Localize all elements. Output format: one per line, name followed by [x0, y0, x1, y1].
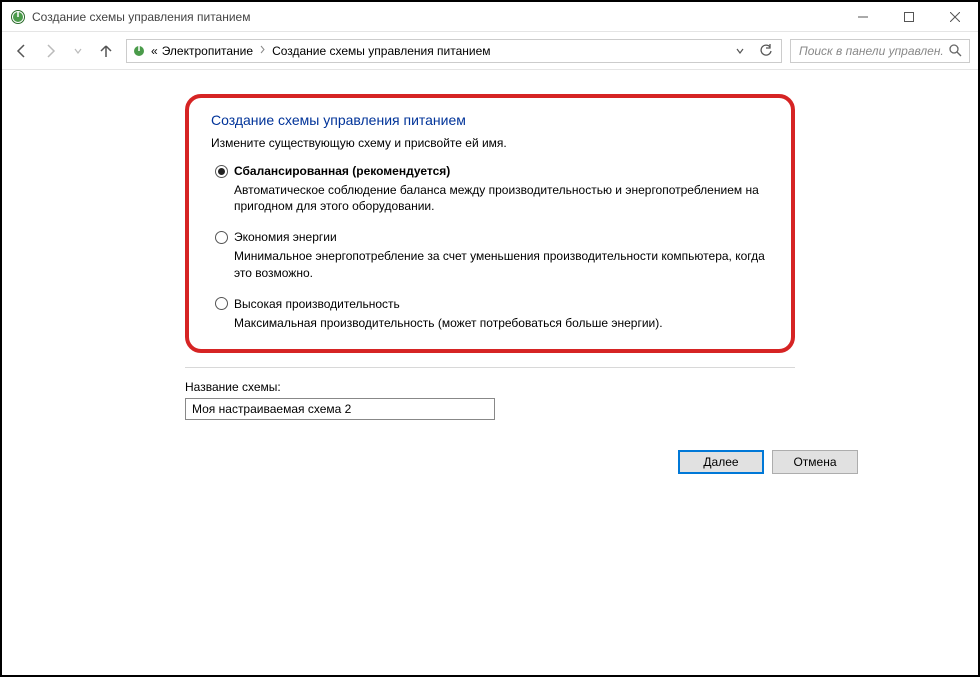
plan-saver-desc: Минимальное энергопотребление за счет ум…: [215, 248, 769, 280]
up-button[interactable]: [94, 39, 118, 63]
nav-toolbar: « Электропитание Создание схемы управлен…: [2, 32, 978, 70]
button-row: Далее Отмена: [2, 450, 858, 474]
close-button[interactable]: [932, 2, 978, 31]
page-title: Создание схемы управления питанием: [211, 112, 769, 128]
breadcrumb-item-power[interactable]: Электропитание: [162, 44, 253, 58]
recent-dropdown[interactable]: [66, 39, 90, 63]
plan-saver-label[interactable]: Экономия энергии: [234, 230, 337, 244]
app-icon: [10, 9, 26, 25]
plan-performance-label[interactable]: Высокая производительность: [234, 297, 400, 311]
next-button[interactable]: Далее: [678, 450, 764, 474]
plan-name-section: Название схемы:: [185, 367, 795, 420]
plan-balanced-label[interactable]: Сбалансированная (рекомендуется): [234, 164, 450, 178]
chevron-right-icon: [257, 45, 268, 57]
radio-saver[interactable]: [215, 231, 228, 244]
title-bar: Создание схемы управления питанием: [2, 2, 978, 32]
radio-performance[interactable]: [215, 297, 228, 310]
breadcrumb-item-create[interactable]: Создание схемы управления питанием: [272, 44, 490, 58]
address-bar[interactable]: « Электропитание Создание схемы управлен…: [126, 39, 782, 63]
plan-performance: Высокая производительность Максимальная …: [211, 297, 769, 331]
search-icon: [949, 44, 963, 58]
plan-saver: Экономия энергии Минимальное энергопотре…: [211, 230, 769, 280]
breadcrumb-prefix: «: [151, 44, 158, 58]
location-icon: [131, 43, 147, 59]
window-title: Создание схемы управления питанием: [32, 10, 250, 24]
options-highlight: Создание схемы управления питанием Измен…: [185, 94, 795, 353]
refresh-button[interactable]: [755, 40, 777, 62]
forward-button[interactable]: [38, 39, 62, 63]
plan-balanced-desc: Автоматическое соблюдение баланса между …: [215, 182, 769, 214]
plan-balanced: Сбалансированная (рекомендуется) Автомат…: [211, 164, 769, 214]
plan-name-label: Название схемы:: [185, 380, 795, 394]
window-controls: [840, 2, 978, 31]
search-input[interactable]: [797, 43, 945, 59]
search-box[interactable]: [790, 39, 970, 63]
back-button[interactable]: [10, 39, 34, 63]
radio-balanced[interactable]: [215, 165, 228, 178]
app-window: Создание схемы управления питанием: [0, 0, 980, 677]
cancel-button[interactable]: Отмена: [772, 450, 858, 474]
plan-name-input[interactable]: [185, 398, 495, 420]
minimize-button[interactable]: [840, 2, 886, 31]
maximize-button[interactable]: [886, 2, 932, 31]
address-dropdown[interactable]: [729, 40, 751, 62]
plan-performance-desc: Максимальная производительность (может п…: [215, 315, 769, 331]
page-subtitle: Измените существующую схему и присвойте …: [211, 136, 769, 150]
content-area: Создание схемы управления питанием Измен…: [2, 70, 978, 675]
